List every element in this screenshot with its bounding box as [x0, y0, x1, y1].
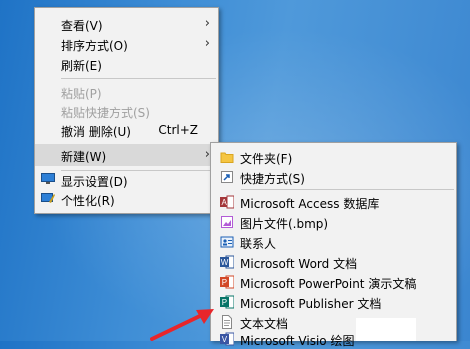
- menu-item-label: 粘贴(P): [61, 87, 102, 101]
- menu-separator: [61, 78, 216, 79]
- chevron-right-icon: ›: [204, 36, 210, 51]
- text-document-icon: [220, 315, 234, 329]
- submenu-item-label: 快捷方式(S): [240, 172, 305, 186]
- submenu-item-contact[interactable]: 联系人: [211, 232, 456, 252]
- menu-item-sort-by[interactable]: 排序方式(O) ›: [35, 34, 218, 54]
- bitmap-icon: [220, 215, 234, 229]
- submenu-item-folder[interactable]: 文件夹(F): [211, 147, 456, 167]
- menu-item-undo-delete[interactable]: 撤消 删除(U) Ctrl+Z: [35, 120, 218, 140]
- submenu-item-label: Microsoft Publisher 文档: [240, 297, 382, 311]
- menu-item-refresh[interactable]: 刷新(E): [35, 54, 218, 74]
- submenu-item-label: Microsoft Word 文档: [240, 257, 358, 271]
- menu-item-label: 显示设置(D): [61, 175, 128, 189]
- submenu-item-word[interactable]: W Microsoft Word 文档: [211, 252, 456, 272]
- menu-item-paste-shortcut: 粘贴快捷方式(S): [35, 101, 218, 121]
- menu-item-view[interactable]: 查看(V) ›: [35, 14, 218, 34]
- menu-item-label: 新建(W): [61, 150, 107, 164]
- menu-item-label: 撤消 删除(U): [61, 125, 131, 139]
- chevron-right-icon: ›: [204, 16, 210, 31]
- submenu-item-bitmap[interactable]: 图片文件(.bmp): [211, 212, 456, 232]
- submenu-item-label: Microsoft Access 数据库: [240, 197, 380, 211]
- submenu-item-access[interactable]: A Microsoft Access 数据库: [211, 192, 456, 212]
- personalize-icon: [41, 192, 55, 204]
- submenu-item-publisher[interactable]: P Microsoft Publisher 文档: [211, 292, 456, 312]
- contact-icon: [220, 235, 234, 249]
- menu-item-label: 个性化(R): [61, 194, 115, 208]
- menu-separator: [241, 189, 454, 190]
- svg-text:V: V: [222, 335, 228, 344]
- access-icon: A: [220, 195, 235, 209]
- menu-item-label: 排序方式(O): [61, 39, 128, 53]
- svg-text:A: A: [222, 198, 228, 207]
- folder-icon: [220, 150, 234, 164]
- menu-item-paste: 粘贴(P): [35, 82, 218, 102]
- menu-item-label: 查看(V): [61, 19, 103, 33]
- new-submenu: 文件夹(F) 快捷方式(S) A Microsoft Access 数据库 图片…: [210, 142, 457, 348]
- submenu-item-label: 文件夹(F): [240, 152, 293, 166]
- submenu-item-label: 联系人: [240, 237, 277, 251]
- svg-text:P: P: [222, 278, 227, 287]
- visio-icon: V: [220, 332, 235, 346]
- menu-item-label: 刷新(E): [61, 59, 102, 73]
- display-icon: [41, 173, 55, 185]
- shortcut-icon: [220, 170, 234, 184]
- submenu-item-label: Microsoft PowerPoint 演示文稿: [240, 277, 417, 291]
- submenu-item-shortcut[interactable]: 快捷方式(S): [211, 167, 456, 187]
- publisher-icon: P: [220, 295, 235, 309]
- submenu-item-visio[interactable]: V Microsoft Visio 绘图: [211, 329, 456, 349]
- submenu-item-powerpoint[interactable]: P Microsoft PowerPoint 演示文稿: [211, 272, 456, 292]
- menu-item-label: 粘贴快捷方式(S): [61, 106, 150, 120]
- red-arrow-annotation: [150, 309, 214, 341]
- menu-item-personalize[interactable]: 个性化(R): [35, 189, 218, 209]
- word-icon: W: [220, 255, 235, 269]
- svg-text:W: W: [221, 258, 229, 267]
- svg-text:P: P: [222, 298, 227, 307]
- powerpoint-icon: P: [220, 275, 235, 289]
- white-overlay-patch: [356, 318, 416, 341]
- shortcut-text: Ctrl+Z: [158, 123, 198, 137]
- menu-item-new[interactable]: 新建(W) ›: [35, 144, 218, 166]
- submenu-item-label: 图片文件(.bmp): [240, 217, 329, 231]
- menu-item-display-settings[interactable]: 显示设置(D): [35, 170, 218, 190]
- desktop-context-menu: 查看(V) › 排序方式(O) › 刷新(E) 粘贴(P) 粘贴快捷方式(S) …: [34, 7, 219, 214]
